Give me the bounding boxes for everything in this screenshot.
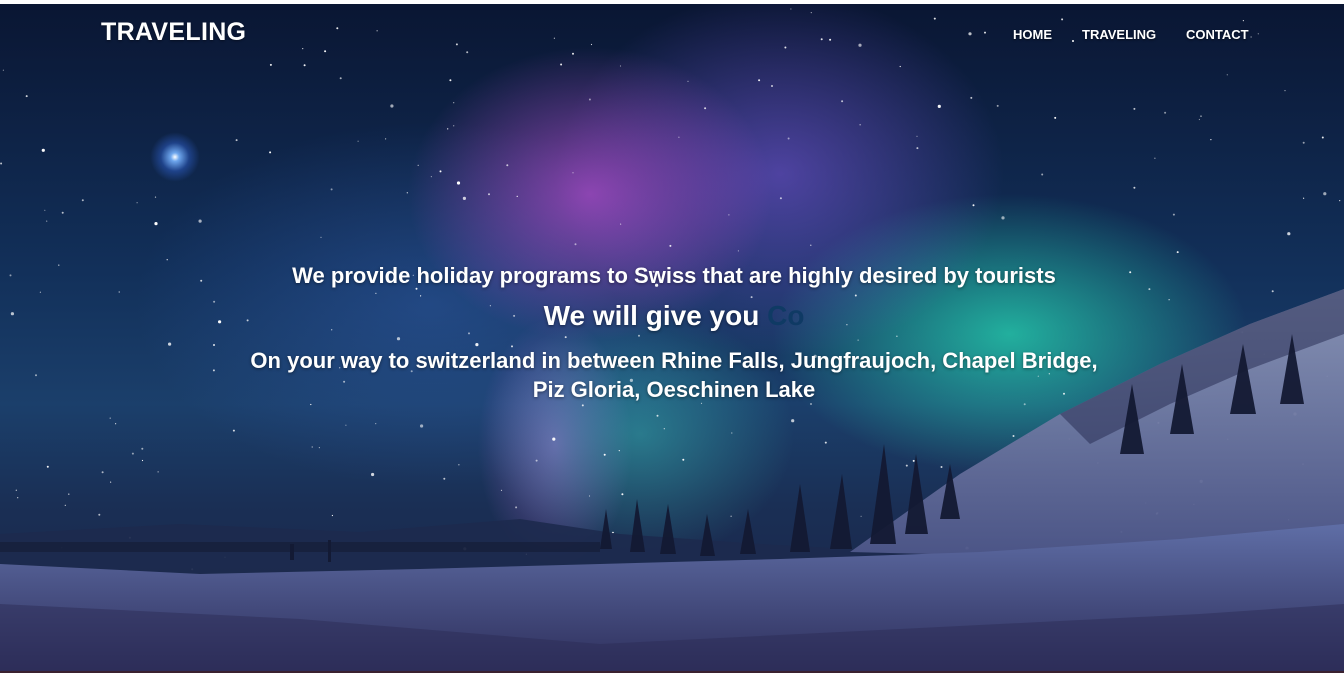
- snowy-landscape: [0, 289, 1344, 671]
- nav-traveling-link[interactable]: TRAVELING: [1082, 27, 1156, 42]
- hero-tagline: We will give you Co: [324, 300, 1024, 332]
- nav-contact-link[interactable]: CONTACT: [1186, 27, 1249, 42]
- tagline-text: We will give you: [543, 300, 768, 331]
- nav-separator-dot: [1072, 40, 1074, 42]
- main-nav: HOME TRAVELING CONTACT: [1000, 27, 1260, 43]
- hero-background: [0, 4, 1344, 671]
- nav-home-link[interactable]: HOME: [1013, 27, 1052, 42]
- hero-headline: We provide holiday programs to Swiss tha…: [292, 263, 1056, 288]
- tagline-typed-word: Co: [767, 300, 805, 331]
- hero-route-description: On your way to switzerland in between Rh…: [250, 348, 1098, 402]
- site-logo[interactable]: TRAVELING: [101, 18, 246, 47]
